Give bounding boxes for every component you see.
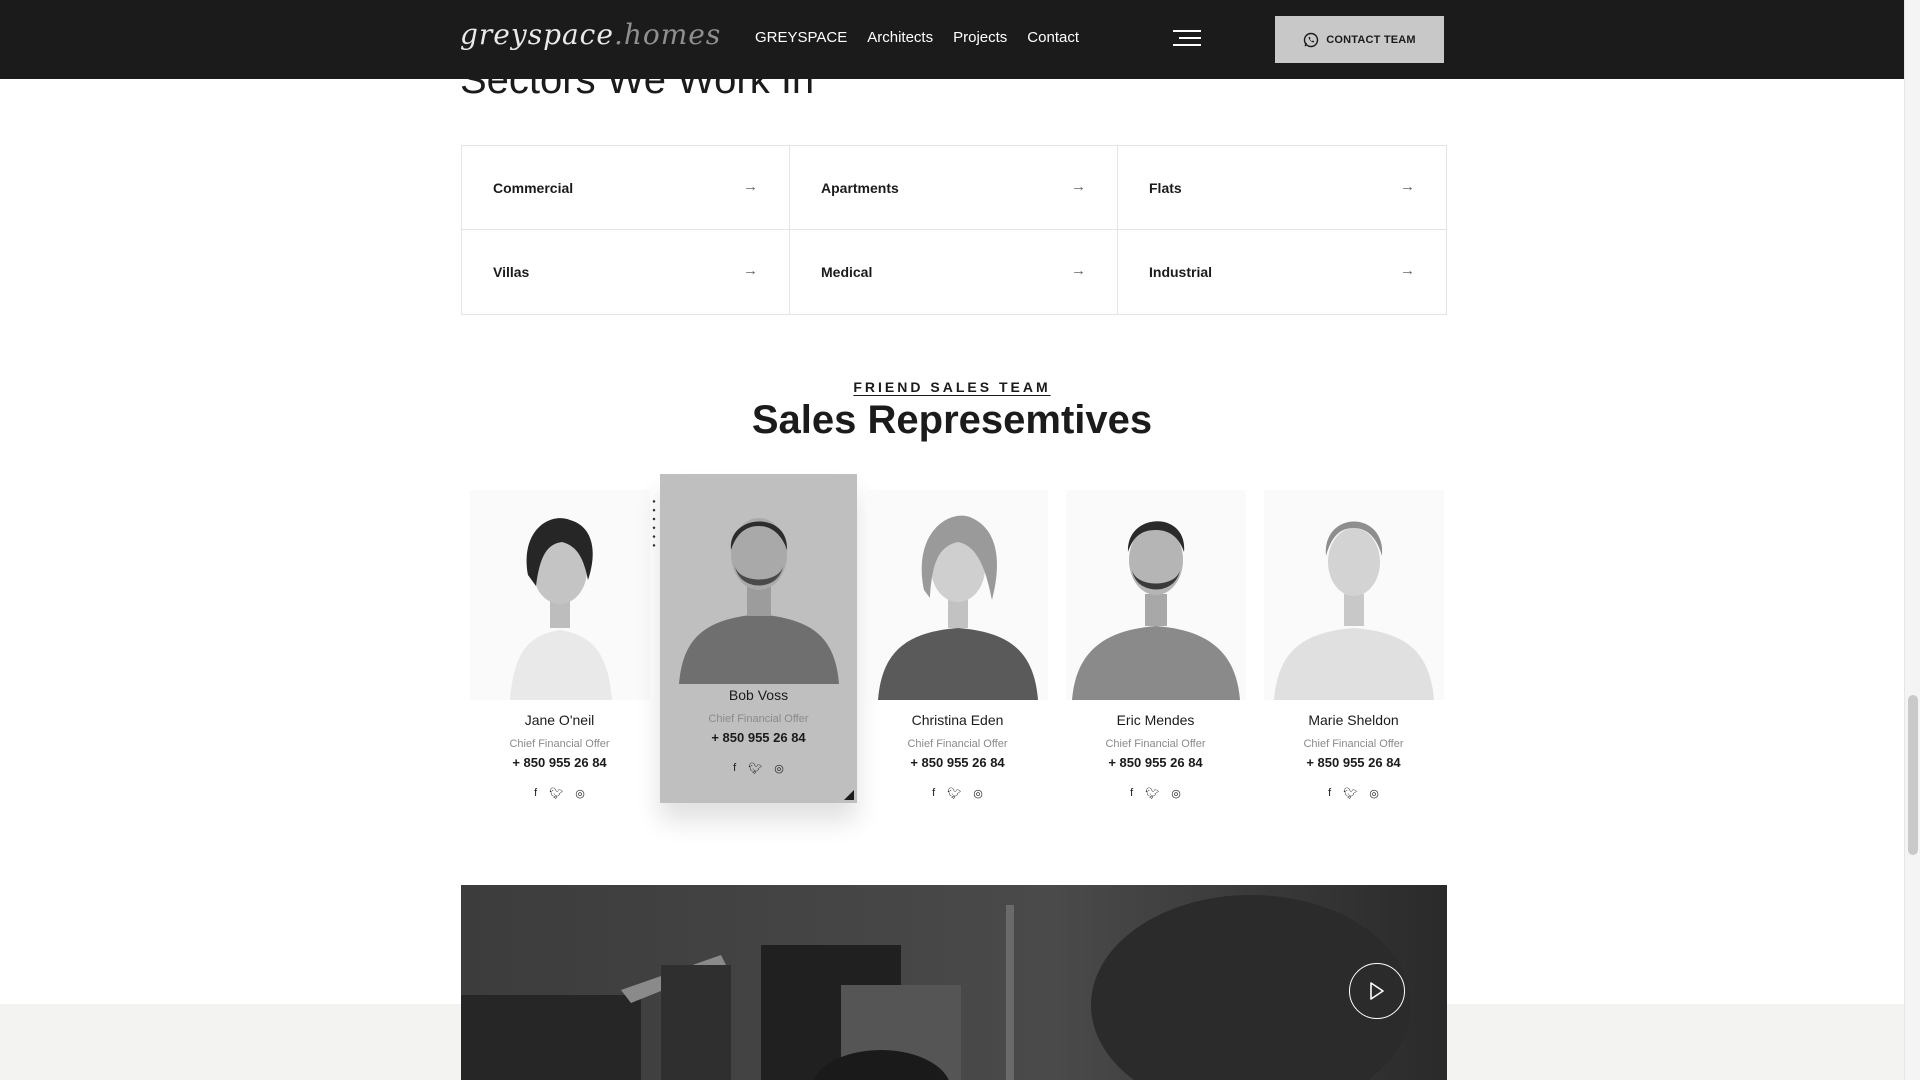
member-name: Jane O'neil: [524, 712, 595, 728]
play-icon[interactable]: [1349, 963, 1405, 1019]
arrow-right-icon: →: [743, 177, 758, 195]
member-name: Christina Eden: [911, 712, 1004, 728]
team-member-card: Jane O'neil Chief Financial Offer + 850 …: [461, 490, 658, 800]
sector-label: Villas: [493, 264, 530, 280]
member-phone[interactable]: + 850 955 26 84: [1255, 755, 1452, 770]
instagram-icon[interactable]: ◎: [1369, 787, 1379, 800]
video-thumbnail: [461, 885, 1447, 1080]
member-photo: [469, 490, 650, 700]
sector-flats[interactable]: Flats →: [1118, 146, 1446, 230]
twitter-icon[interactable]: 🐦︎: [1343, 787, 1357, 800]
team-member-card: Eric Mendes Chief Financial Offer + 850 …: [1057, 490, 1254, 800]
member-name: Bob Voss: [728, 687, 789, 703]
member-phone[interactable]: + 850 955 26 84: [660, 730, 857, 745]
team-member-card: Marie Sheldon Chief Financial Offer + 85…: [1255, 490, 1452, 800]
scrollbar[interactable]: [1904, 0, 1920, 1080]
facebook-icon[interactable]: f: [932, 787, 935, 800]
logo-suffix: .homes: [613, 18, 722, 51]
instagram-icon[interactable]: ◎: [774, 762, 784, 775]
twitter-icon[interactable]: 🐦︎: [549, 787, 563, 800]
arrow-right-icon: →: [1071, 261, 1086, 279]
sector-commercial[interactable]: Commercial →: [462, 146, 790, 230]
instagram-icon[interactable]: ◎: [1171, 787, 1181, 800]
member-role: Chief Financial Offer: [1105, 738, 1206, 750]
menu-icon[interactable]: [1173, 30, 1201, 48]
member-phone[interactable]: + 850 955 26 84: [859, 755, 1056, 770]
sector-label: Apartments: [821, 179, 899, 196]
sector-label: Flats: [1149, 179, 1182, 196]
main-nav: GREYSPACE Architects Projects Contact: [755, 29, 1099, 46]
team-title: Sales Represemtives: [751, 398, 1153, 442]
facebook-icon[interactable]: f: [1328, 787, 1331, 800]
sector-label: Industrial: [1149, 264, 1213, 280]
logo-main: greyspace: [460, 18, 614, 51]
member-photo: [669, 484, 849, 684]
arrow-right-icon: →: [743, 261, 758, 279]
corner-mark: [844, 790, 854, 800]
logo[interactable]: greyspace .homes: [460, 18, 721, 58]
member-role: Chief Financial Offer: [708, 713, 809, 725]
member-socials: f 🐦︎ ◎: [1255, 787, 1452, 800]
twitter-icon[interactable]: 🐦︎: [1145, 787, 1159, 800]
sector-medical[interactable]: Medical →: [790, 230, 1118, 314]
facebook-icon[interactable]: f: [534, 787, 537, 800]
member-role: Chief Financial Offer: [509, 738, 610, 750]
twitter-icon[interactable]: 🐦︎: [748, 762, 762, 775]
member-photo: [1065, 490, 1246, 700]
instagram-icon[interactable]: ◎: [575, 787, 585, 800]
sector-label: Medical: [821, 264, 873, 280]
twitter-icon[interactable]: 🐦︎: [947, 787, 961, 800]
arrow-right-icon: →: [1400, 261, 1415, 279]
video-section[interactable]: [461, 885, 1447, 1080]
member-role: Chief Financial Offer: [1303, 738, 1404, 750]
sector-industrial[interactable]: Industrial →: [1118, 230, 1446, 314]
member-role: Chief Financial Offer: [907, 738, 1008, 750]
sector-apartments[interactable]: Apartments →: [790, 146, 1118, 230]
member-phone[interactable]: + 850 955 26 84: [461, 755, 658, 770]
arrow-right-icon: →: [1400, 177, 1415, 195]
member-photo: [867, 490, 1048, 700]
member-name: Eric Mendes: [1116, 712, 1195, 728]
member-name: Marie Sheldon: [1308, 712, 1399, 728]
contact-team-button[interactable]: CONTACT TEAM: [1275, 16, 1444, 63]
contact-team-label: CONTACT TEAM: [1326, 33, 1416, 46]
sectors-grid: Commercial → Apartments → Flats → Villas…: [461, 145, 1447, 315]
nav-projects[interactable]: Projects: [953, 29, 1007, 46]
nav-contact[interactable]: Contact: [1027, 29, 1079, 46]
team-kicker: FRIEND SALES TEAM: [853, 379, 1051, 395]
nav-architects[interactable]: Architects: [867, 29, 933, 46]
nav-greyspace[interactable]: GREYSPACE: [755, 29, 847, 46]
whatsapp-icon: [1304, 32, 1319, 47]
facebook-icon[interactable]: f: [733, 762, 736, 775]
member-socials: f 🐦︎ ◎: [461, 787, 658, 800]
scrollbar-thumb[interactable]: [1908, 695, 1918, 855]
sector-villas[interactable]: Villas →: [462, 230, 790, 314]
team-member-card-featured: Bob Voss Chief Financial Offer + 850 955…: [660, 474, 857, 803]
member-socials: f 🐦︎ ◎: [1057, 787, 1254, 800]
member-socials: f 🐦︎ ◎: [859, 787, 1056, 800]
arrow-right-icon: →: [1071, 177, 1086, 195]
member-phone[interactable]: + 850 955 26 84: [1057, 755, 1254, 770]
member-photo: [1263, 490, 1444, 700]
member-socials: f 🐦︎ ◎: [660, 762, 857, 775]
sector-label: Commercial: [493, 179, 574, 196]
site-header: greyspace .homes GREYSPACE Architects Pr…: [0, 0, 1904, 79]
team-member-card: Christina Eden Chief Financial Offer + 8…: [859, 490, 1056, 800]
facebook-icon[interactable]: f: [1130, 787, 1133, 800]
instagram-icon[interactable]: ◎: [973, 787, 983, 800]
